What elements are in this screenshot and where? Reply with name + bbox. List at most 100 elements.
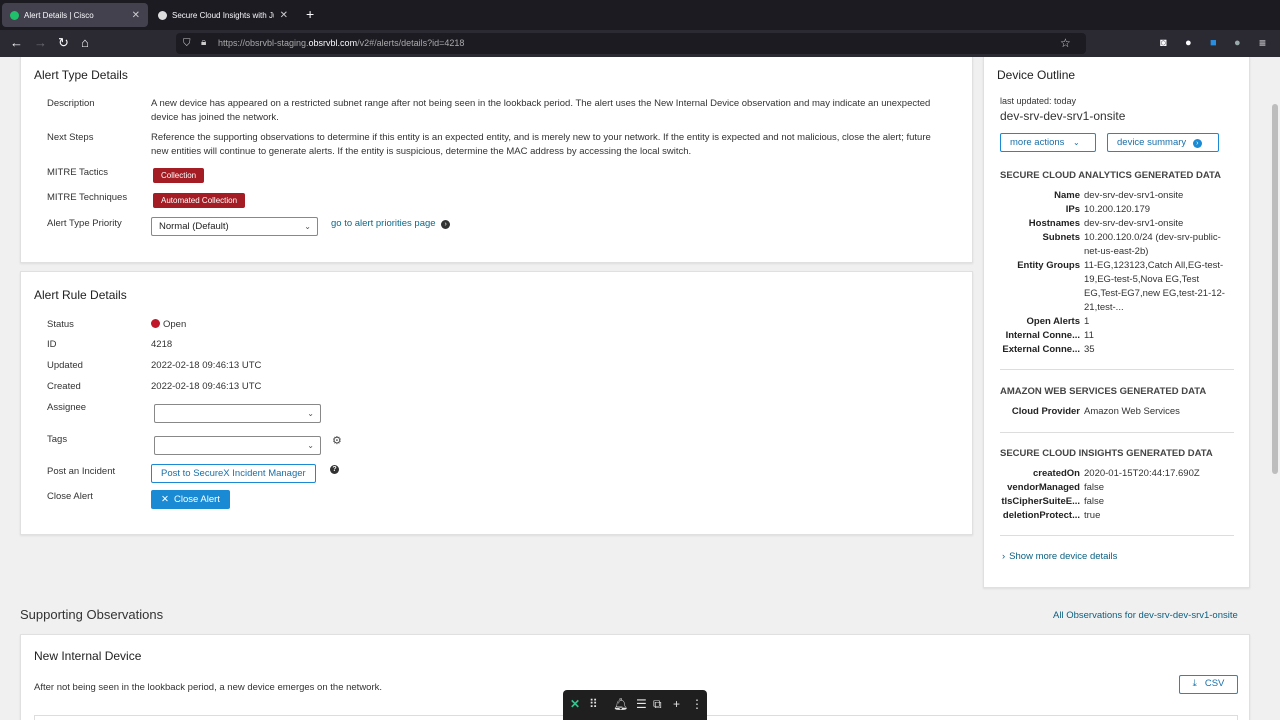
close-alert-button[interactable]: ✕ Close Alert — [151, 490, 230, 509]
card-title: Alert Rule Details — [34, 288, 127, 302]
list-icon[interactable]: ☰ — [636, 697, 647, 711]
gear-icon[interactable]: ⚙ — [332, 434, 342, 447]
close-alert-button-label: Close Alert — [173, 494, 220, 505]
alert-type-card: Alert Type Details Description A new dev… — [20, 57, 973, 263]
status-value: Open — [151, 318, 186, 332]
shield-icon[interactable]: ⛉ — [183, 36, 191, 52]
close-tab-icon[interactable]: ✕ — [280, 10, 288, 21]
supporting-observations-title: Supporting Observations — [20, 607, 164, 622]
arrow-right-circle-icon: › — [1192, 139, 1202, 148]
assignee-select[interactable]: ⌄ — [154, 404, 321, 423]
sca-subnets-key: Subnets — [1042, 232, 1080, 243]
mitre-techniques-label: MITRE Techniques — [47, 192, 128, 203]
home-icon[interactable]: ⌂ — [81, 35, 89, 51]
csv-download-button[interactable]: ⤓ CSV — [1179, 675, 1238, 694]
tactic-badge: Collection — [153, 168, 205, 183]
divider — [1000, 535, 1234, 536]
more-vertical-icon[interactable]: ⋮ — [691, 697, 703, 711]
page-scrollbar[interactable] — [1272, 104, 1278, 474]
sca-ips-value: 10.200.120.179 — [1084, 204, 1151, 215]
show-more-label: Show more device details — [1009, 551, 1118, 562]
tags-label: Tags — [47, 434, 68, 445]
chevron-down-icon: ⌄ — [307, 409, 314, 418]
account-icon[interactable]: ● — [1185, 35, 1192, 51]
close-alert-label: Close Alert — [47, 491, 93, 502]
browser-navbar: ← → ↻ ⌂ ⛉ 🔒︎ https://obsrvbl-staging.obs… — [0, 30, 1280, 57]
help-icon[interactable]: ? — [330, 465, 339, 474]
technique-badge: Automated Collection — [153, 193, 246, 208]
url-text: https://obsrvbl-staging.obsrvbl.com/v2#/… — [218, 38, 465, 48]
extension-icon[interactable]: ■ — [1210, 35, 1217, 51]
all-observations-link[interactable]: All Observations for dev-srv-dev-srv1-on… — [1053, 610, 1238, 621]
more-actions-label: more actions — [1010, 137, 1065, 148]
chevron-down-icon: ⌄ — [304, 222, 311, 231]
created-value: 2022-02-18 09:46:13 UTC — [151, 381, 262, 392]
sci-deletion-protect-value: true — [1084, 510, 1101, 521]
lock-icon[interactable]: 🔒︎ — [201, 35, 206, 51]
cisco-favicon-icon — [10, 10, 19, 20]
pocket-icon[interactable]: ◙ — [1160, 35, 1167, 51]
more-actions-button[interactable]: more actions ⌄ — [1000, 133, 1096, 152]
show-more-device-details-link[interactable]: › Show more device details — [1002, 551, 1117, 562]
observation-title: New Internal Device — [34, 649, 142, 663]
aws-cloud-provider-value: Amazon Web Services — [1084, 406, 1180, 417]
chevron-down-icon: ⌄ — [1073, 138, 1080, 147]
tab-title: Alert Details | Cisco — [24, 10, 94, 20]
post-to-securex-button[interactable]: Post to SecureX Incident Manager — [151, 464, 316, 483]
close-tab-icon[interactable]: ✕ — [132, 10, 140, 21]
device-outline-card: Device Outline last updated: today dev-s… — [983, 57, 1250, 588]
reload-icon[interactable]: ↻ — [58, 35, 69, 51]
address-bar[interactable]: ⛉ 🔒︎ https://obsrvbl-staging.obsrvbl.com… — [176, 33, 1086, 54]
tab-alert-details[interactable]: Alert Details | Cisco ✕ — [2, 3, 148, 27]
profile-icon[interactable]: ● — [1234, 35, 1241, 51]
menu-icon[interactable]: ≡ — [1259, 35, 1266, 51]
description-label: Description — [47, 98, 95, 109]
sci-tls-cipher-key: tlsCipherSuiteE... — [1001, 496, 1080, 507]
device-name: dev-srv-dev-srv1-onsite — [1000, 109, 1126, 123]
assignee-label: Assignee — [47, 402, 87, 413]
observation-description: After not being seen in the lookback per… — [34, 682, 383, 693]
chevron-right-icon: › — [1002, 551, 1006, 562]
bell-icon[interactable]: 🔔︎ — [613, 697, 628, 711]
apps-grid-icon[interactable]: ⠿ — [589, 697, 598, 711]
sca-subnets-value: 10.200.120.0/24 (dev-srv-public-net-us-e… — [1084, 232, 1221, 257]
link-label: go to alert priorities page — [331, 218, 436, 229]
next-steps-label: Next Steps — [47, 132, 94, 143]
divider — [1000, 369, 1234, 370]
tags-select[interactable]: ⌄ — [154, 436, 321, 455]
device-summary-button[interactable]: device summary › — [1107, 133, 1219, 152]
sca-name-key: Name — [1054, 190, 1080, 201]
back-icon[interactable]: ← — [10, 35, 23, 51]
aws-section-header: AMAZON WEB SERVICES GENERATED DATA — [1000, 386, 1207, 397]
sca-internal-conn-key: Internal Conne... — [1005, 330, 1080, 341]
card-title: Device Outline — [997, 68, 1076, 82]
last-updated: last updated: today — [1000, 96, 1077, 106]
close-toolbar-icon[interactable]: ✕ — [570, 697, 580, 711]
add-icon[interactable]: + — [673, 697, 680, 711]
alert-rule-card: Alert Rule Details Status Open ID 4218 U… — [20, 271, 973, 535]
sca-internal-conn-value: 11 — [1084, 330, 1094, 341]
created-label: Created — [47, 381, 81, 392]
divider — [1000, 432, 1234, 433]
open-status-icon — [151, 319, 160, 328]
alert-priorities-link[interactable]: go to alert priorities page › — [331, 218, 451, 229]
tab-secure-cloud-insights[interactable]: Secure Cloud Insights with Jupi ✕ — [150, 3, 296, 27]
sci-created-on-value: 2020-01-15T20:44:17.690Z — [1084, 468, 1200, 479]
close-icon: ✕ — [161, 494, 169, 505]
device-summary-label: device summary — [1117, 137, 1187, 148]
window-search-icon[interactable]: ⧉ — [653, 697, 662, 712]
site-favicon-icon — [158, 10, 167, 20]
sca-external-conn-value: 35 — [1084, 344, 1095, 355]
sci-section-header: SECURE CLOUD INSIGHTS GENERATED DATA — [1000, 448, 1213, 459]
description-text: A new device has appeared on a restricte… — [151, 98, 931, 123]
next-steps-text: Reference the supporting observations to… — [151, 132, 931, 157]
bookmark-star-icon[interactable]: ☆ — [1060, 35, 1071, 51]
new-tab-icon[interactable]: + — [306, 6, 314, 22]
status-label: Status — [47, 319, 74, 330]
sci-tls-cipher-value: false — [1084, 496, 1105, 507]
sci-deletion-protect-key: deletionProtect... — [1002, 510, 1080, 521]
priority-select[interactable]: Normal (Default) ⌄ — [151, 217, 318, 236]
sca-external-conn-key: External Conne... — [1002, 344, 1080, 355]
forward-icon[interactable]: → — [34, 35, 47, 51]
priority-value: Normal (Default) — [159, 221, 229, 232]
